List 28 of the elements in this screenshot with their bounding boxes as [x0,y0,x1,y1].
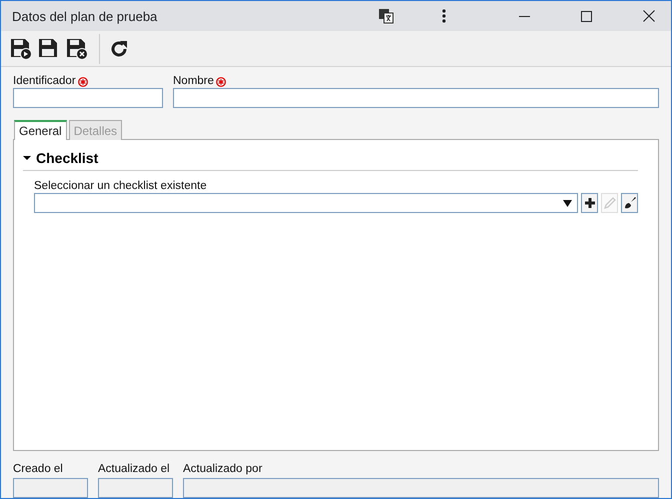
more-icon[interactable] [442,9,446,24]
clear-button[interactable] [621,193,638,213]
field-label: Seleccionar un checklist existente [34,180,208,193]
field-label: Identificador [13,75,76,88]
section-title: Checklist [36,150,98,166]
caret-down-icon[interactable] [23,154,31,162]
translate-icon[interactable] [378,8,394,24]
text-field[interactable] [183,478,659,498]
field-label: Actualizado por [183,463,264,476]
brush-icon [622,196,636,210]
text-field[interactable] [173,88,659,108]
text-field[interactable] [98,478,173,498]
field-label: Creado el [13,463,64,476]
window-title: Datos del plan de prueba [12,8,158,24]
plus-icon [584,198,594,208]
refresh-icon [109,38,129,59]
maximize-icon[interactable] [581,10,592,22]
add-button[interactable] [581,193,598,213]
minimize-icon[interactable] [519,16,530,17]
field-label: Actualizado el [98,463,171,476]
caret-down-icon [563,200,572,206]
pencil-icon [602,196,616,210]
tab[interactable]: General [14,120,67,140]
text-field[interactable] [13,88,163,108]
text-field[interactable] [13,478,88,498]
dropdown-field[interactable] [34,193,578,213]
close-icon[interactable] [643,10,655,22]
field-label: Nombre [173,75,214,88]
